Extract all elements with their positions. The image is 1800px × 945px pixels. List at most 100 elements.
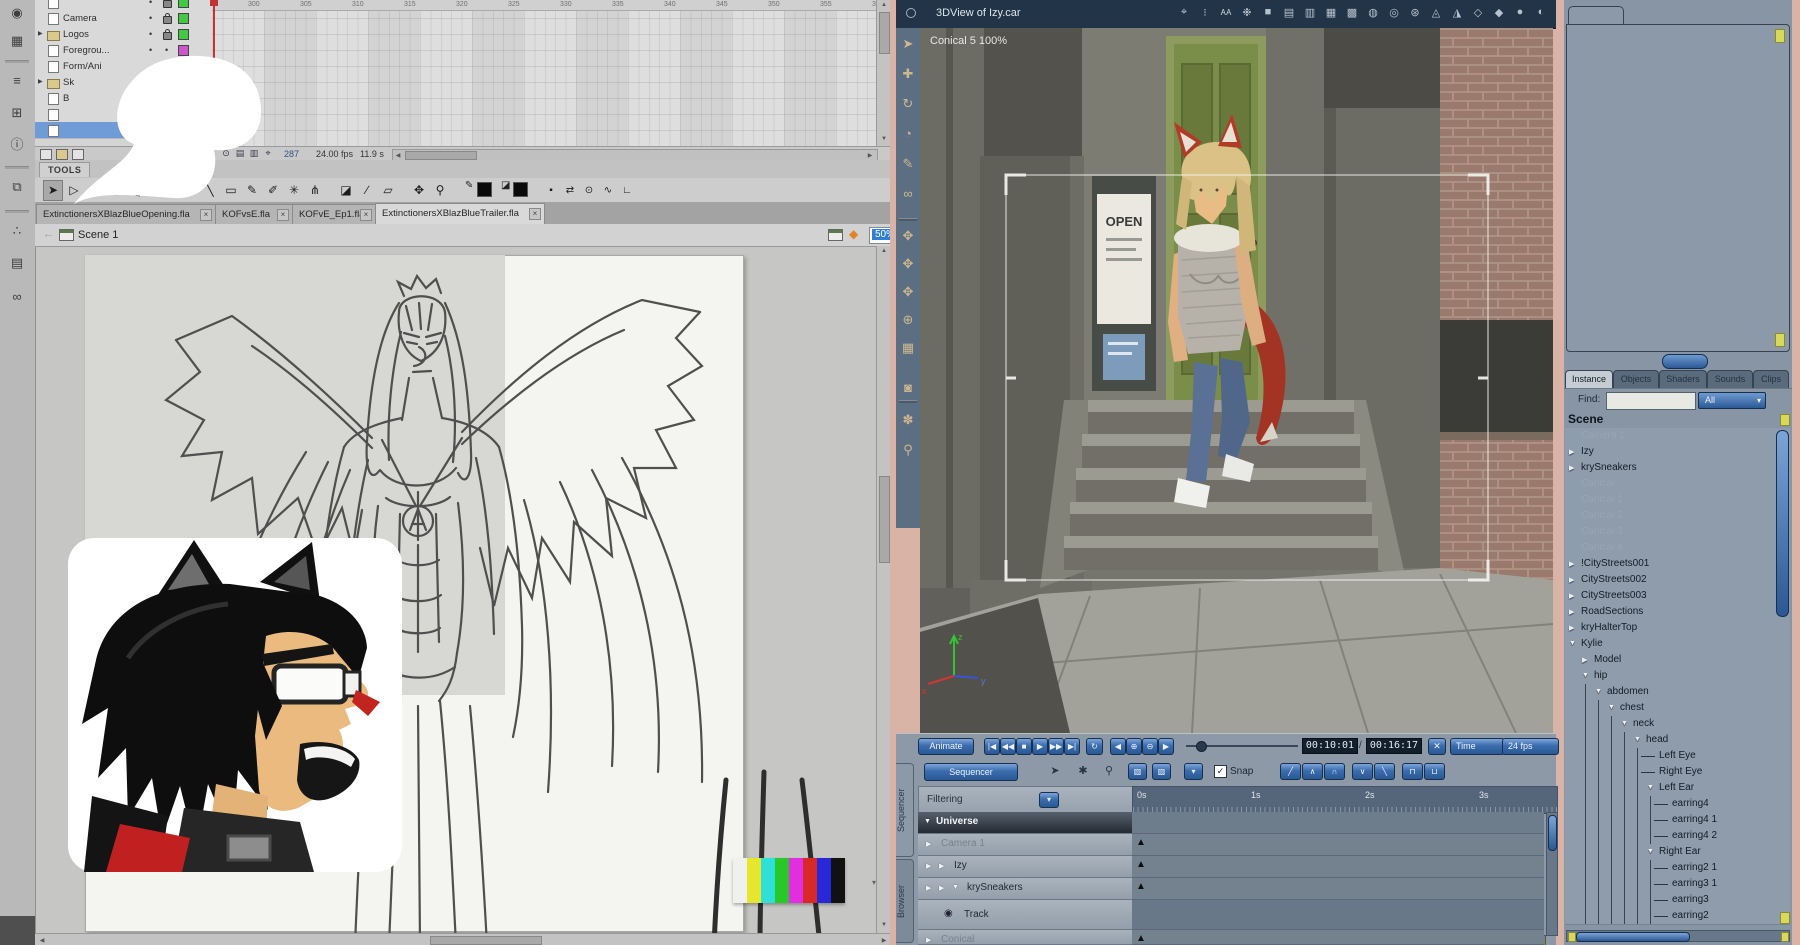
track-arrow-icon[interactable]: ▶ xyxy=(926,884,931,892)
collapse-tracks-icon[interactable]: ▨ xyxy=(1152,763,1171,780)
wireframe-mode-icon[interactable]: ◇ xyxy=(1468,6,1488,19)
spray-brush-tool[interactable]: ✳ xyxy=(284,180,304,201)
scroll-thumb[interactable] xyxy=(430,936,542,945)
track-lane[interactable] xyxy=(1132,812,1544,834)
fill-color-swatch[interactable] xyxy=(513,182,528,197)
scene-item-conical-2[interactable]: Conical 2 xyxy=(1565,508,1790,525)
visibility-dot-icon[interactable]: • xyxy=(149,29,152,39)
brush-tool[interactable]: ✐ xyxy=(263,180,283,201)
expand-tracks-icon[interactable]: ▧ xyxy=(1128,763,1147,780)
expand-arrow-icon[interactable]: ▶ xyxy=(1569,592,1574,600)
end-time-display[interactable]: 00:16:17 xyxy=(1366,738,1422,754)
scene-item-left-ear[interactable]: ▼Left Ear xyxy=(1565,780,1790,797)
expand-arrow-icon[interactable]: ▶ xyxy=(1569,624,1574,632)
eye-icon[interactable]: ◉ xyxy=(944,908,953,919)
globe-preview-icon[interactable]: ◍ xyxy=(1363,6,1383,19)
textured-mode-icon[interactable]: ◐ xyxy=(1531,6,1551,18)
bone-tool[interactable]: ⋔ xyxy=(305,180,325,201)
eraser-tool[interactable]: ▱ xyxy=(378,180,398,201)
new-layer-button[interactable] xyxy=(40,149,52,160)
scene-item-hip[interactable]: ▼hip xyxy=(1565,668,1790,685)
hand-tool[interactable]: ✥ xyxy=(409,180,429,201)
add-key-button[interactable]: ⊕ xyxy=(1126,738,1142,755)
smooth-icon[interactable]: ∿ xyxy=(598,180,618,201)
scroll-thumb[interactable] xyxy=(1576,932,1690,942)
scene-item-kryhaltertop[interactable]: ▶kryHalterTop xyxy=(1565,620,1790,637)
sequencer-track-row[interactable]: ▶▶▼krySneakers xyxy=(918,878,1132,900)
stage-vscrollbar[interactable]: ▲ ▼ xyxy=(876,246,891,933)
tween-hold-icon[interactable]: ⊓ xyxy=(1402,763,1423,780)
tween-ease-icon[interactable]: ∩ xyxy=(1324,763,1345,780)
stage-hscrollbar[interactable]: ◀ ▶ xyxy=(35,933,890,945)
time-mode-dropdown[interactable]: Time xyxy=(1450,738,1505,755)
snap-checkbox[interactable]: ✓ xyxy=(1214,765,1227,778)
scene-item-abdomen[interactable]: ▼abdomen xyxy=(1565,684,1790,701)
carrara-titlebar[interactable]: 3DView of Izy.car ⌖⁝ᴀᴀ❉■▤▥▦▩◍◎⊛◬◮◇◆●◐ xyxy=(896,0,1556,29)
scroll-thumb[interactable] xyxy=(405,151,477,160)
sequencer-track-row[interactable]: ▼Universe xyxy=(918,812,1132,834)
library-icon[interactable]: ⧉ xyxy=(6,180,28,193)
scroll-thumb[interactable] xyxy=(879,476,890,563)
track-arrow-icon[interactable]: ▼ xyxy=(952,884,959,891)
folder-arrow-icon[interactable]: ▶ xyxy=(38,30,43,37)
scene-item-earring4[interactable]: earring4 xyxy=(1565,796,1790,813)
info-icon[interactable]: ⓘ xyxy=(6,138,28,151)
close-tab-icon[interactable]: × xyxy=(529,208,541,220)
back-icon[interactable]: ← xyxy=(43,228,54,240)
magnet-icon[interactable]: ✱ xyxy=(1074,764,1092,777)
layout-single-icon[interactable]: ■ xyxy=(1258,6,1278,18)
antialias-icon[interactable]: ᴀᴀ xyxy=(1216,6,1236,18)
panel-splitter-handle[interactable] xyxy=(1662,354,1708,369)
particles-icon[interactable]: ∴ xyxy=(6,224,28,237)
scenes-icon[interactable]: ▤ xyxy=(6,256,28,269)
keyframe-marker[interactable]: ▲ xyxy=(1136,837,1146,848)
scene-item-camera-1[interactable]: Camera 1 xyxy=(1565,428,1790,445)
find-filter-dropdown[interactable]: All ▾ xyxy=(1698,392,1766,409)
timeline-ruler[interactable]: 300305310315320325330335340345350355360 xyxy=(212,0,876,11)
expand-arrow-icon[interactable]: ▶ xyxy=(1569,560,1574,568)
scroll-right-icon[interactable]: ▶ xyxy=(865,152,875,159)
track-lane[interactable] xyxy=(1132,900,1544,930)
layout-grid-icon[interactable]: ▩ xyxy=(1342,6,1362,19)
move-3d-tool-icon[interactable]: ✚ xyxy=(896,66,920,82)
tab-sounds[interactable]: Sounds xyxy=(1707,370,1753,388)
timeline-layer-row[interactable]: ▶Logos• xyxy=(35,26,212,43)
swatches-icon[interactable]: ▦ xyxy=(6,34,28,47)
expand-arrow-icon[interactable]: ▼ xyxy=(1569,640,1576,647)
tab-sequencer[interactable]: Sequencer xyxy=(896,763,914,857)
edit-symbols-icon[interactable]: ◆ xyxy=(849,227,858,241)
scene-item-earring3-1[interactable]: earring3 1 xyxy=(1565,876,1790,893)
track-arrow-icon[interactable]: ▶ xyxy=(926,840,931,848)
scene-item-earring4-1[interactable]: earring4 1 xyxy=(1565,812,1790,829)
stroke-color-swatch[interactable] xyxy=(477,182,492,197)
scene-item-conical[interactable]: Conical xyxy=(1565,476,1790,493)
scroll-thumb[interactable] xyxy=(879,12,890,54)
sequencer-mode-dropdown[interactable]: Sequencer xyxy=(924,763,1018,781)
tab-clips[interactable]: Clips xyxy=(1753,370,1789,388)
scene-item-earring3[interactable]: earring3 xyxy=(1565,892,1790,909)
list-hscrollbar[interactable] xyxy=(1566,930,1790,942)
track-lane[interactable]: ▲ xyxy=(1132,856,1544,878)
sequencer-track-row[interactable]: ▶▶Izy xyxy=(918,856,1132,878)
scene-item-chest[interactable]: ▼chest xyxy=(1565,700,1790,717)
layout-four-pane-icon[interactable]: ▦ xyxy=(1321,6,1341,19)
tween-discrete-icon[interactable]: ⊔ xyxy=(1424,763,1445,780)
position-tool-icon[interactable]: ⌖ xyxy=(1174,6,1194,19)
tween-in-icon[interactable]: ∨ xyxy=(1352,763,1373,780)
translate-z-tool-icon[interactable]: ✥ xyxy=(896,284,920,300)
animate-button[interactable]: Animate xyxy=(918,738,974,755)
swap-colors-icon[interactable]: ⇄ xyxy=(560,180,580,201)
edit-scene-icon[interactable] xyxy=(828,229,843,241)
tween-out-icon[interactable]: ╲ xyxy=(1374,763,1395,780)
tab-instance[interactable]: Instance xyxy=(1565,370,1613,388)
scene-item-neck[interactable]: ▼neck xyxy=(1565,716,1790,733)
pointer-icon[interactable]: ➤ xyxy=(1046,764,1064,777)
sequencer-track-row[interactable]: ◉Track xyxy=(918,900,1132,930)
dolly-camera-icon[interactable]: ◮ xyxy=(1447,6,1467,19)
rotate-ball-tool-icon[interactable]: ◔ xyxy=(896,126,920,141)
scene-item-earring4-2[interactable]: earring4 2 xyxy=(1565,828,1790,845)
layout-three-pane-icon[interactable]: ▥ xyxy=(1300,6,1320,19)
tab-objects[interactable]: Objects xyxy=(1613,370,1659,388)
scroll-down-icon[interactable]: ▼ xyxy=(879,136,889,142)
filtering-bar[interactable]: Filtering ▾ xyxy=(918,786,1134,814)
